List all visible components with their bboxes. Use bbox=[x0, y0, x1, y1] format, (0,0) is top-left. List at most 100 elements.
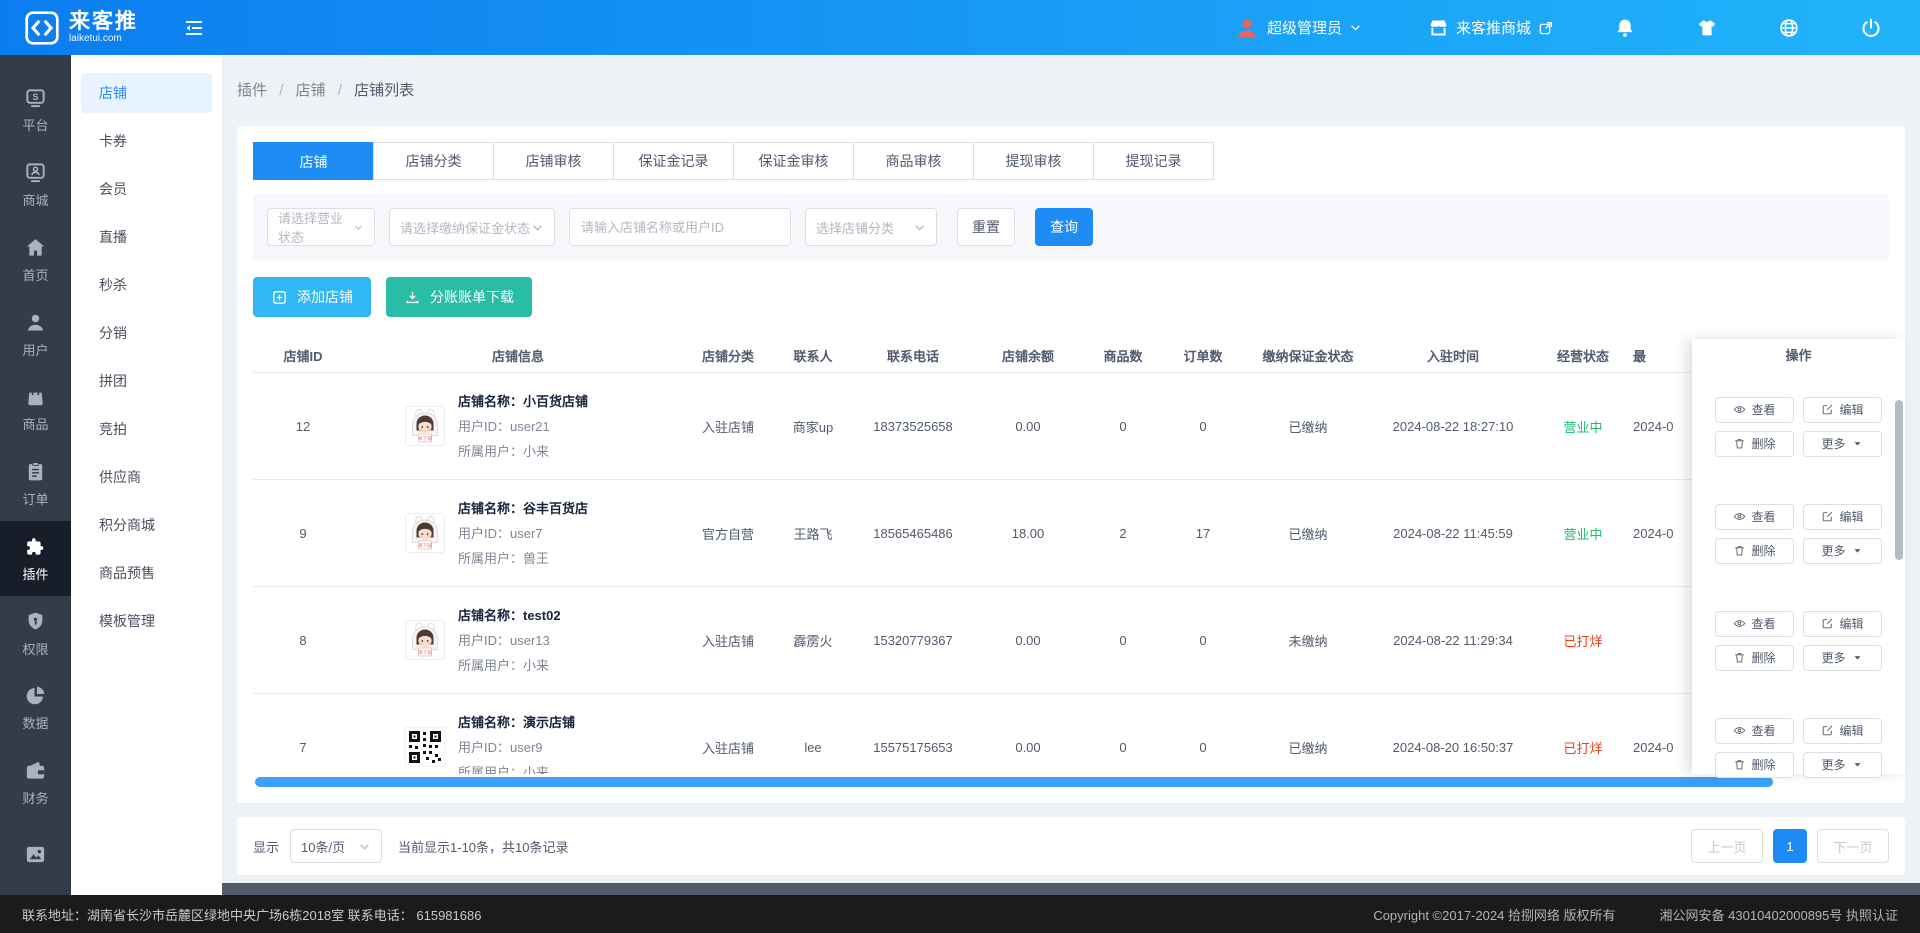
sidebar-item[interactable]: 直播 bbox=[81, 217, 212, 257]
business-status-select[interactable]: 请选择营业状态 bbox=[267, 208, 375, 246]
more-button[interactable]: 更多 bbox=[1803, 645, 1882, 671]
rail-item-permission[interactable]: 权限 bbox=[0, 596, 71, 671]
business-status-cell: 营业中 bbox=[1533, 524, 1633, 543]
edit-icon bbox=[1821, 724, 1834, 737]
sidebar-item[interactable]: 竞拍 bbox=[81, 409, 212, 449]
rail-item-mallcard[interactable]: 商城 bbox=[0, 148, 71, 223]
delete-button[interactable]: 删除 bbox=[1715, 752, 1794, 778]
shop-user-id: 用户ID：user9 bbox=[458, 735, 575, 760]
column-header: 联系人 bbox=[773, 346, 853, 365]
chevron-down-icon bbox=[531, 221, 544, 234]
sidebar-item[interactable]: 模板管理 bbox=[81, 601, 212, 641]
current-page-button[interactable]: 1 bbox=[1773, 829, 1807, 863]
delete-button[interactable]: 删除 bbox=[1715, 645, 1794, 671]
rail-item-home[interactable]: 首页 bbox=[0, 222, 71, 297]
view-button[interactable]: 查看 bbox=[1715, 397, 1794, 423]
rail-item-plugin[interactable]: 插件 bbox=[0, 521, 71, 596]
more-button[interactable]: 更多 bbox=[1803, 538, 1882, 564]
caret-down-icon bbox=[1851, 651, 1864, 664]
rail-item-label: 平台 bbox=[22, 115, 48, 134]
tab[interactable]: 商品审核 bbox=[853, 142, 974, 180]
tab[interactable]: 店铺分类 bbox=[373, 142, 494, 180]
rail-item-user[interactable]: 用户 bbox=[0, 297, 71, 372]
platform-icon: S bbox=[24, 86, 47, 109]
delete-button[interactable]: 删除 bbox=[1715, 431, 1794, 457]
tab[interactable]: 提现审核 bbox=[973, 142, 1094, 180]
page-size-select[interactable]: 10条/页 bbox=[290, 829, 382, 863]
mall-link[interactable]: 来客推商城 bbox=[1428, 17, 1554, 38]
tab[interactable]: 店铺审核 bbox=[493, 142, 614, 180]
logo[interactable]: 来客推 laiketui.com bbox=[0, 10, 138, 46]
tab[interactable]: 保证金审核 bbox=[733, 142, 854, 180]
row-action-label: 删除 bbox=[1751, 542, 1775, 559]
delete-button[interactable]: 删除 bbox=[1715, 538, 1794, 564]
edit-button[interactable]: 编辑 bbox=[1803, 718, 1882, 744]
notifications-bell-icon[interactable] bbox=[1614, 17, 1636, 39]
view-button[interactable]: 查看 bbox=[1715, 611, 1794, 637]
rail-item-platform[interactable]: S 平台 bbox=[0, 73, 71, 148]
add-shop-button[interactable]: 添加店铺 bbox=[253, 277, 371, 317]
deposit-status-select[interactable]: 请选择缴纳保证金状态 bbox=[389, 208, 555, 246]
join-time-cell: 2024-08-22 11:45:59 bbox=[1373, 526, 1533, 541]
shop-category-cell: 官方自营 bbox=[683, 524, 773, 543]
horizontal-scrollbar-thumb[interactable] bbox=[255, 777, 1773, 787]
rail-item-data[interactable]: 数据 bbox=[0, 671, 71, 746]
shop-user-id: 用户ID：user7 bbox=[458, 521, 588, 546]
row-action-label: 查看 bbox=[1751, 722, 1775, 739]
breadcrumb-plugins[interactable]: 插件 bbox=[237, 82, 267, 99]
more-button[interactable]: 更多 bbox=[1803, 752, 1882, 778]
edit-button[interactable]: 编辑 bbox=[1803, 504, 1882, 530]
sidebar-item[interactable]: 供应商 bbox=[81, 457, 212, 497]
goods-count-cell: 0 bbox=[1083, 740, 1163, 755]
view-button[interactable]: 查看 bbox=[1715, 718, 1794, 744]
orders-count-cell: 0 bbox=[1163, 419, 1243, 434]
shop-category-cell: 入驻店铺 bbox=[683, 738, 773, 757]
breadcrumb-shops[interactable]: 店铺 bbox=[296, 82, 326, 99]
view-button[interactable]: 查看 bbox=[1715, 504, 1794, 530]
contact-cell: 霹雳火 bbox=[773, 631, 853, 650]
join-time-cell: 2024-08-22 18:27:10 bbox=[1373, 419, 1533, 434]
table-header-row: 店铺ID店铺信息店铺分类联系人联系电话店铺余额商品数订单数缴纳保证金状态入驻时间… bbox=[253, 339, 1889, 373]
sidebar-collapse-icon[interactable] bbox=[182, 16, 206, 40]
sidebar-item[interactable]: 秒杀 bbox=[81, 265, 212, 305]
tab[interactable]: 店铺 bbox=[253, 142, 374, 180]
shop-search-input[interactable] bbox=[569, 208, 791, 246]
logout-power-icon[interactable] bbox=[1860, 17, 1882, 39]
prev-page-button[interactable]: 上一页 bbox=[1691, 829, 1763, 863]
more-button[interactable]: 更多 bbox=[1803, 431, 1882, 457]
edit-button[interactable]: 编辑 bbox=[1803, 397, 1882, 423]
shop-user-id: 用户ID：user21 bbox=[458, 414, 588, 439]
tab[interactable]: 提现记录 bbox=[1093, 142, 1214, 180]
logo-title: 来客推 bbox=[69, 11, 138, 33]
tab[interactable]: 保证金记录 bbox=[613, 142, 734, 180]
rail-item-finance[interactable]: 财务 bbox=[0, 746, 71, 821]
permission-icon bbox=[24, 610, 47, 633]
shop-category-select[interactable]: 选择店铺分类 bbox=[805, 208, 937, 246]
next-page-button[interactable]: 下一页 bbox=[1817, 829, 1889, 863]
rail-item-order[interactable]: 订单 bbox=[0, 447, 71, 522]
user-icon bbox=[24, 311, 47, 334]
sidebar-item[interactable]: 积分商城 bbox=[81, 505, 212, 545]
admin-avatar-icon bbox=[1234, 15, 1260, 41]
sidebar-item[interactable]: 分销 bbox=[81, 313, 212, 353]
sidebar-item[interactable]: 卡券 bbox=[81, 121, 212, 161]
sidebar-item[interactable]: 店铺 bbox=[81, 73, 212, 113]
edit-button[interactable]: 编辑 bbox=[1803, 611, 1882, 637]
table-row: 9来下铺店铺名称：谷丰百货店用户ID：user7所属用户：兽王官方自营王路飞18… bbox=[253, 480, 1889, 587]
shop-owner: 所属用户：兽王 bbox=[458, 546, 588, 571]
shirt-icon[interactable] bbox=[1696, 17, 1718, 39]
rail-item-goods[interactable]: 商品 bbox=[0, 372, 71, 447]
language-globe-icon[interactable] bbox=[1778, 17, 1800, 39]
vertical-scrollbar-thumb[interactable] bbox=[1895, 400, 1903, 560]
rail-item-image[interactable] bbox=[0, 820, 71, 895]
sidebar-item[interactable]: 会员 bbox=[81, 169, 212, 209]
rail-item-label: 权限 bbox=[22, 639, 48, 658]
download-billing-button[interactable]: 分账账单下载 bbox=[386, 277, 532, 317]
sidebar-item[interactable]: 拼团 bbox=[81, 361, 212, 401]
balance-cell: 0.00 bbox=[973, 419, 1083, 434]
query-button[interactable]: 查询 bbox=[1035, 208, 1093, 246]
reset-button[interactable]: 重置 bbox=[957, 208, 1015, 246]
shop-table: 店铺ID店铺信息店铺分类联系人联系电话店铺余额商品数订单数缴纳保证金状态入驻时间… bbox=[253, 339, 1889, 787]
sidebar-item[interactable]: 商品预售 bbox=[81, 553, 212, 593]
admin-menu[interactable]: 超级管理员 bbox=[1234, 15, 1362, 41]
